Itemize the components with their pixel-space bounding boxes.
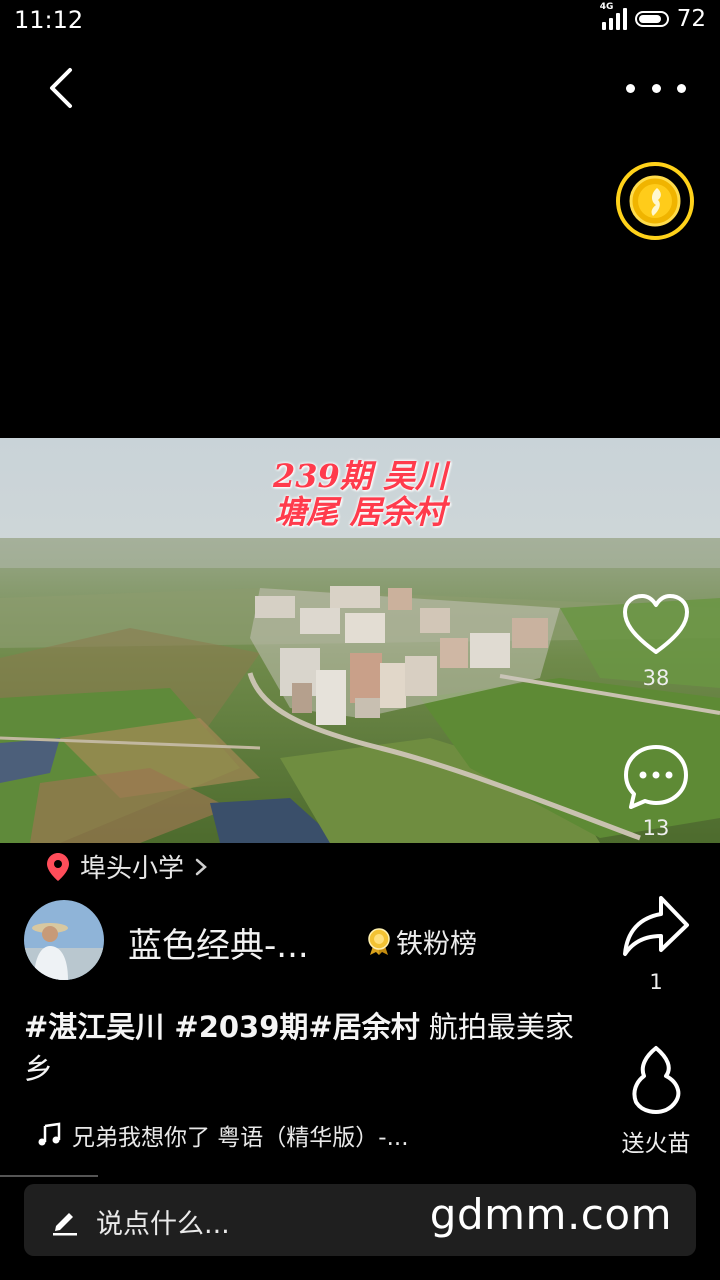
heart-icon — [623, 594, 689, 654]
send-fire-button[interactable]: 送火苗 — [606, 1044, 706, 1158]
watermark-text: gdmm.com — [429, 1190, 672, 1239]
more-icon — [626, 83, 635, 93]
share-button[interactable]: 1 — [606, 892, 706, 994]
video-progress-bar[interactable] — [0, 1175, 98, 1177]
pencil-icon — [53, 1213, 77, 1236]
chevron-left-icon — [50, 68, 72, 108]
coin-reward-button[interactable] — [612, 158, 698, 244]
location-link[interactable]: 埠头小学 — [46, 848, 208, 885]
share-count: 1 — [649, 970, 663, 994]
medal-icon — [368, 927, 390, 955]
video-overlay-title: 239期 吴川 塘尾 居余村 — [0, 458, 720, 530]
back-button[interactable] — [42, 64, 86, 112]
music-link[interactable]: 兄弟我想你了 粤语（精华版）-... — [36, 1118, 409, 1152]
send-fire-label: 送火苗 — [621, 1131, 691, 1157]
chevron-right-icon — [195, 858, 207, 875]
music-title: 兄弟我想你了 粤语（精华版）-... — [72, 1125, 409, 1151]
network-type: 4G — [599, 2, 614, 12]
comment-bubble-icon — [624, 745, 688, 809]
fan-rank-badge[interactable]: 铁粉榜 — [366, 922, 477, 961]
more-button[interactable] — [626, 70, 686, 106]
video-overlay-line2: 塘尾 居余村 — [274, 493, 446, 531]
status-time: 11:12 — [14, 6, 84, 34]
author-avatar[interactable] — [24, 900, 104, 980]
badge-label: 铁粉榜 — [396, 929, 477, 960]
location-name: 埠头小学 — [80, 854, 185, 884]
signal-icon: 4G — [600, 2, 627, 30]
location-pin-icon — [47, 852, 69, 881]
coin-icon — [616, 162, 694, 240]
like-count: 38 — [642, 666, 670, 690]
comment-count: 13 — [642, 816, 670, 840]
video-overlay-line1: 239期 吴川 — [273, 457, 447, 495]
share-arrow-icon — [623, 896, 689, 956]
flame-icon — [632, 1046, 681, 1114]
battery-icon — [634, 11, 669, 27]
music-note-icon — [38, 1122, 61, 1146]
like-button[interactable]: 38 — [606, 592, 706, 690]
comment-input-bar[interactable]: 说点什么... gdmm.com — [24, 1184, 696, 1256]
status-indicators: 4G 72 — [600, 2, 706, 32]
caption-hashtags[interactable]: #湛江吴川 #2039期#居余村 — [24, 1010, 420, 1044]
comment-placeholder: 说点什么... — [96, 1209, 230, 1240]
avatar-image — [24, 900, 104, 980]
post-caption: #湛江吴川 #2039期#居余村 航拍最美家乡 — [24, 1006, 584, 1090]
author-name[interactable]: 蓝色经典-... — [128, 918, 309, 967]
battery-level: 72 — [676, 6, 706, 32]
comment-button[interactable]: 13 — [606, 742, 706, 840]
